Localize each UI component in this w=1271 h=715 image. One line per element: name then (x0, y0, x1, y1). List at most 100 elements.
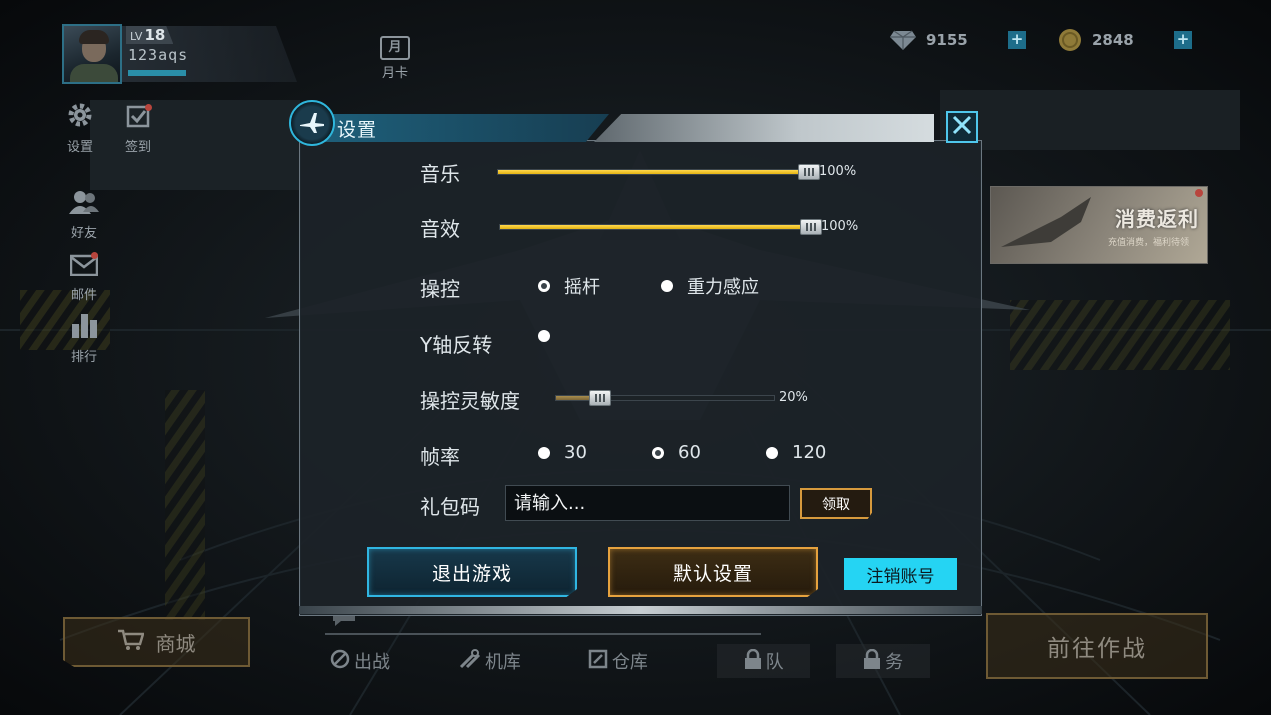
bottom-nav: 出战 机库 仓库 队 务 (330, 640, 930, 682)
tools-icon (459, 648, 481, 674)
radio-dot (538, 446, 550, 459)
invert-y-label: Y轴反转 (420, 333, 493, 357)
notification-dot (145, 104, 152, 111)
slider-fill (498, 170, 809, 174)
claim-button[interactable]: 领取 (800, 488, 872, 519)
dialog-panel (299, 140, 982, 616)
control-label: 操控 (420, 277, 460, 301)
sensitivity-label: 操控灵敏度 (420, 389, 520, 413)
slider-fill (500, 225, 811, 229)
calendar-icon: 月 (380, 36, 410, 60)
sidebar-item-checkin[interactable]: 签到 (118, 104, 158, 155)
exp-bar (128, 70, 186, 76)
close-button[interactable] (946, 111, 978, 143)
player-avatar[interactable] (62, 24, 122, 84)
sidebar-item-label: 设置 (66, 140, 93, 155)
level-prefix: LV (130, 30, 143, 43)
radio-dot (661, 280, 673, 292)
lock-icon (863, 648, 881, 674)
gem-currency: 9155 + (890, 28, 1026, 52)
sfx-value: 100% (821, 219, 859, 234)
sensitivity-slider[interactable] (555, 390, 775, 406)
music-slider[interactable] (497, 164, 820, 180)
dialog-title: 设置 (337, 119, 378, 141)
gold-amount: 2848 (1092, 31, 1134, 49)
radio-label: 30 (564, 442, 587, 463)
nav-label: 仓库 (611, 652, 648, 673)
event-title: 消费返利 (1115, 207, 1199, 231)
add-gems-button[interactable]: + (1008, 31, 1026, 49)
slider-handle[interactable] (798, 164, 820, 180)
friends-icon (69, 190, 99, 218)
nav-label: 队 (765, 652, 784, 673)
sidebar-item-label: 邮件 (70, 288, 97, 303)
player-profile[interactable]: LV 18 123aqs (62, 24, 297, 86)
sidebar-item-friends[interactable]: 好友 (64, 190, 104, 241)
framerate-label: 帧率 (420, 445, 460, 469)
nav-label: 出战 (354, 652, 390, 673)
cart-icon (117, 629, 145, 656)
control-option-gyro[interactable]: 重力感应 (661, 273, 759, 299)
monthly-card-button[interactable]: 月 月卡 (377, 36, 413, 82)
nav-locked-team[interactable]: 队 (716, 644, 811, 678)
sidebar-item-mail[interactable]: 邮件 (64, 252, 104, 303)
sidebar-item-label: 签到 (124, 140, 151, 155)
gift-code-label: 礼包码 (420, 495, 480, 519)
music-label: 音乐 (420, 162, 460, 186)
radio-label: 摇杆 (564, 277, 600, 298)
framerate-option-30[interactable]: 30 (538, 442, 587, 463)
dialog-header: 设置 (289, 100, 982, 146)
sidebar-item-label: 排行 (70, 350, 97, 365)
gift-code-input[interactable] (505, 485, 790, 521)
lock-icon (744, 648, 762, 674)
dialog-bottom-trim (299, 606, 982, 614)
jet-emblem-icon (289, 100, 335, 146)
default-settings-button[interactable]: 默认设置 (608, 547, 818, 597)
nav-storage[interactable]: 仓库 (588, 648, 691, 674)
logout-account-button[interactable]: 注销账号 (844, 558, 957, 590)
sensitivity-value: 20% (779, 390, 808, 405)
music-value: 100% (819, 164, 857, 179)
radio-label: 60 (678, 442, 701, 463)
framerate-option-120[interactable]: 120 (766, 442, 826, 463)
level-value: 18 (144, 26, 166, 44)
diamond-icon (890, 29, 916, 51)
radio-dot (766, 446, 778, 459)
radio-dot (538, 330, 550, 342)
invert-y-toggle[interactable] (538, 330, 550, 342)
nav-locked-mission[interactable]: 务 (836, 644, 930, 678)
sfx-slider[interactable] (499, 219, 822, 235)
sidebar-item-settings[interactable]: 设置 (60, 103, 100, 155)
gold-coin-icon (1058, 28, 1082, 52)
settings-dialog: 设置 音乐 100% 音效 100% 操控 摇杆 重力感应 Y轴反转 操控灵敏度 (289, 100, 982, 616)
nav-hangar[interactable]: 机库 (459, 648, 562, 674)
gem-amount: 9155 (926, 31, 968, 49)
jet-illustration (1001, 197, 1091, 247)
sortie-icon (330, 649, 350, 674)
level-badge: LV 18 (126, 26, 174, 44)
slider-handle[interactable] (800, 219, 822, 235)
quit-game-button[interactable]: 退出游戏 (367, 547, 577, 597)
go-to-battle-button[interactable]: 前往作战 (986, 613, 1208, 679)
event-subtitle: 充值消费，福利待领 (1107, 238, 1189, 248)
notification-dot (1195, 189, 1203, 197)
event-banner[interactable]: 消费返利 充值消费，福利待领 (990, 186, 1208, 264)
sidebar-item-ranking[interactable]: 排行 (64, 314, 104, 365)
nav-sortie[interactable]: 出战 (330, 648, 433, 674)
radio-dot (652, 446, 664, 459)
ranking-icon (71, 312, 97, 342)
sidebar-item-label: 好友 (70, 226, 97, 241)
framerate-option-60[interactable]: 60 (652, 442, 701, 463)
close-icon (952, 115, 972, 139)
shop-label: 商城 (155, 631, 196, 656)
radio-dot (538, 280, 550, 292)
notification-dot (91, 252, 98, 259)
slider-handle[interactable] (588, 390, 611, 406)
gear-icon (67, 102, 93, 132)
add-gold-button[interactable]: + (1174, 31, 1192, 49)
nav-label: 务 (885, 652, 904, 673)
nav-label: 机库 (484, 652, 521, 673)
gold-currency: 2848 + (1058, 28, 1192, 52)
control-option-joystick[interactable]: 摇杆 (538, 273, 600, 299)
shop-button[interactable]: 商城 (63, 617, 250, 667)
